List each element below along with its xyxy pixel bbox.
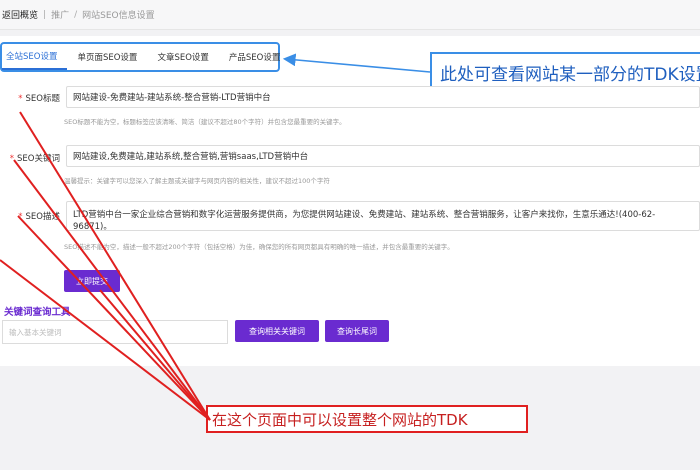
seo-desc-label: * SEO描述 bbox=[18, 212, 60, 222]
seo-title-hint: SEO标题不能为空，标题标签应该清晰、简洁（建议不超过80个字符）并包含您最重要… bbox=[64, 118, 346, 126]
seo-keywords-hint: 温馨提示：关键字可以您深入了解主题或关键字与网页内容的相关性，建议不超过100个… bbox=[64, 177, 330, 185]
keyword-tool-title: 关键词查询工具 bbox=[4, 307, 71, 318]
breadcrumb-current: 网站SEO信息设置 bbox=[82, 11, 155, 21]
breadcrumb: 返回概览 | 推广 / 网站SEO信息设置 bbox=[0, 0, 700, 30]
seo-title-label: * SEO标题 bbox=[18, 94, 60, 104]
seo-desc-hint: SEO描述不能为空，描述一般不超过200个字符（包括空格）为佳，确保您的所有网页… bbox=[64, 243, 454, 251]
seo-keywords-input[interactable]: 网站建设,免费建站,建站系统,整合营销,营销saas,LTD营销中台 bbox=[66, 145, 700, 167]
tab-site-seo[interactable]: 全站SEO设置 bbox=[2, 44, 68, 70]
seo-desc-textarea[interactable]: LTD营销中台一家企业综合营销和数字化运营服务提供商，为您提供网站建设、免费建站… bbox=[66, 201, 700, 232]
keyword-search-input[interactable]: 输入基本关键词 bbox=[2, 320, 228, 344]
tab-product-seo[interactable]: 产品SEO设置 bbox=[219, 44, 290, 70]
seo-keywords-label: * SEO关键词 bbox=[9, 154, 60, 164]
longtail-keywords-button[interactable]: 查询长尾词 bbox=[325, 320, 389, 342]
tab-page-seo[interactable]: 单页面SEO设置 bbox=[67, 44, 147, 70]
related-keywords-button[interactable]: 查询相关关键词 bbox=[235, 320, 319, 342]
submit-button[interactable]: 立即提交 bbox=[64, 270, 120, 292]
breadcrumb-back-link[interactable]: 返回概览 bbox=[2, 8, 38, 21]
seo-title-input[interactable]: 网站建设-免费建站-建站系统-整合营销-LTD营销中台 bbox=[66, 86, 700, 108]
breadcrumb-separator: | bbox=[43, 9, 47, 20]
tab-article-seo[interactable]: 文章SEO设置 bbox=[147, 44, 218, 70]
breadcrumb-level1[interactable]: 推广 bbox=[51, 8, 69, 21]
red-note: 在这个页面中可以设置整个网站的TDK bbox=[206, 405, 528, 433]
seo-tabs: 全站SEO设置 单页面SEO设置 文章SEO设置 产品SEO设置 bbox=[0, 42, 280, 72]
breadcrumb-separator: / bbox=[74, 9, 78, 20]
